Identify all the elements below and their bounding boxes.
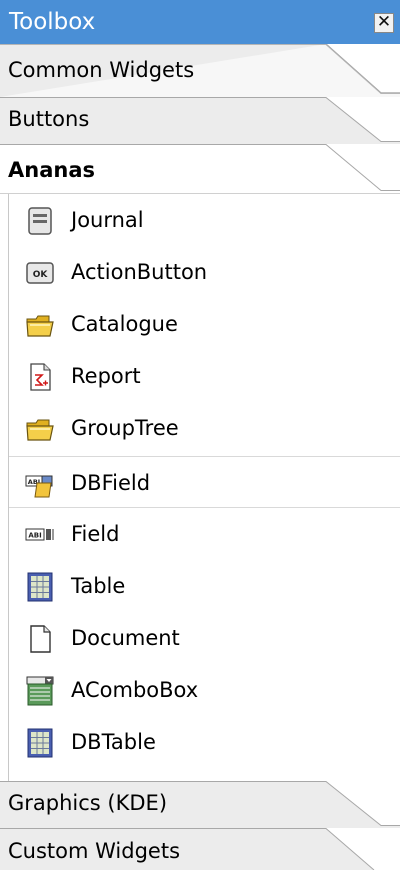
tab-common-widgets[interactable]: Common Widgets — [0, 44, 400, 97]
widget-item-report[interactable]: Report — [9, 350, 400, 402]
tab-label: Buttons — [8, 107, 90, 131]
svg-text:ABI: ABI — [28, 532, 41, 540]
widget-label: DBField — [71, 471, 151, 495]
tab-label: Graphics (KDE) — [8, 791, 168, 815]
widget-item-actionbutton[interactable]: OK ActionButton — [9, 246, 400, 298]
widget-label: Catalogue — [71, 312, 178, 336]
combobox-icon — [26, 676, 54, 706]
tab-graphics-kde[interactable]: Graphics (KDE) — [0, 781, 400, 828]
widget-label: Report — [71, 364, 141, 388]
toolbox-titlebar: Toolbox ✕ — [0, 0, 400, 44]
journal-icon — [28, 207, 52, 235]
ok-button-icon: OK — [26, 262, 54, 284]
widget-label: DBTable — [71, 730, 156, 754]
folder-icon — [26, 315, 54, 337]
widget-item-grouptree[interactable]: GroupTree — [9, 402, 400, 454]
widget-label: ActionButton — [71, 260, 208, 284]
field-icon: ABI — [25, 528, 54, 541]
tab-label: Ananas — [8, 158, 95, 182]
tab-label: Custom Widgets — [8, 839, 181, 863]
table-icon — [27, 728, 53, 758]
ananas-widget-list: Journal OK ActionButton Catalogue Report — [8, 194, 400, 781]
widget-label: Journal — [71, 208, 144, 232]
widget-label: GroupTree — [71, 416, 179, 440]
widget-item-field[interactable]: ABI Field — [9, 508, 400, 560]
folder-icon — [26, 419, 54, 441]
widget-label: AComboBox — [71, 678, 199, 702]
widget-item-acombobox[interactable]: AComboBox — [9, 664, 400, 716]
widget-item-catalogue[interactable]: Catalogue — [9, 298, 400, 350]
widget-item-document[interactable]: Document — [9, 612, 400, 664]
tab-label: Common Widgets — [8, 58, 195, 82]
widget-label: Document — [71, 626, 180, 650]
document-icon — [30, 625, 51, 653]
widget-item-dbtable[interactable]: DBTable — [9, 716, 400, 768]
tab-custom-widgets[interactable]: Custom Widgets — [0, 828, 400, 870]
close-icon: ✕ — [376, 12, 392, 32]
widget-item-table[interactable]: Table — [9, 560, 400, 612]
table-icon — [27, 572, 53, 602]
tab-buttons[interactable]: Buttons — [0, 97, 400, 144]
report-icon — [30, 363, 51, 391]
widget-label: Field — [71, 522, 120, 546]
widget-item-dbfield[interactable]: ABI DBField — [9, 456, 400, 508]
window-title: Toolbox — [9, 9, 96, 35]
close-button[interactable]: ✕ — [374, 13, 394, 33]
tab-ananas[interactable]: Ananas — [0, 144, 400, 194]
dbfield-icon: ABI — [25, 475, 53, 498]
svg-text:OK: OK — [33, 270, 49, 280]
widget-item-journal[interactable]: Journal — [9, 194, 400, 246]
widget-label: Table — [71, 574, 126, 598]
